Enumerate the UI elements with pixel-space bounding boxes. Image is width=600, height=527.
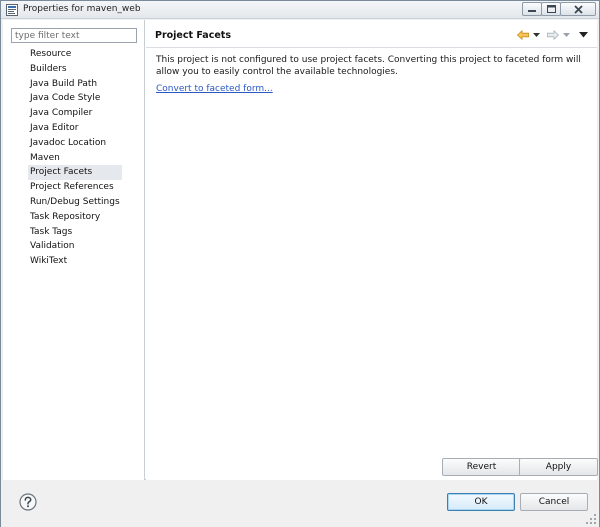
forward-button[interactable] — [547, 28, 570, 42]
sidebar-item-task-repository[interactable]: Task Repository — [28, 210, 122, 225]
close-icon — [573, 4, 583, 14]
revert-button[interactable]: Revert — [442, 458, 521, 476]
property-page-panel: Project Facets This project is not confi… — [146, 20, 598, 480]
resize-grip-icon[interactable] — [585, 513, 597, 525]
maximize-icon — [546, 5, 556, 13]
sidebar-item-java-code-style[interactable]: Java Code Style — [28, 91, 122, 106]
sidebar-item-project-facets[interactable]: Project Facets — [28, 165, 122, 181]
forward-arrow-icon — [547, 30, 559, 40]
sidebar-item-validation[interactable]: Validation — [28, 239, 122, 254]
forward-dropdown-icon — [563, 32, 570, 37]
title-separator — [146, 47, 597, 48]
apply-button[interactable]: Apply — [519, 458, 598, 476]
sidebar-item-builders[interactable]: Builders — [28, 62, 122, 77]
sidebar-item-resource[interactable]: Resource — [28, 47, 122, 62]
back-dropdown-icon — [533, 32, 540, 37]
maximize-button[interactable] — [541, 2, 561, 16]
sidebar-item-task-tags[interactable]: Task Tags — [28, 225, 122, 240]
window-title: Properties for maven_web — [23, 4, 141, 14]
close-button[interactable] — [560, 2, 596, 16]
help-icon[interactable] — [19, 493, 37, 511]
cancel-button[interactable]: Cancel — [520, 493, 588, 511]
sidebar-item-project-references[interactable]: Project References — [28, 180, 122, 195]
view-menu-icon — [579, 32, 588, 38]
properties-dialog: Properties for maven_web Resource Builde… — [0, 0, 600, 527]
sidebar-item-java-compiler[interactable]: Java Compiler — [28, 106, 122, 121]
property-pages-sidebar: Resource Builders Java Build Path Java C… — [3, 20, 145, 480]
minimize-icon — [528, 10, 536, 12]
back-arrow-icon — [517, 30, 529, 40]
dialog-content: Resource Builders Java Build Path Java C… — [3, 20, 598, 480]
property-pages-list: Resource Builders Java Build Path Java C… — [28, 47, 122, 269]
title-bar[interactable]: Properties for maven_web — [1, 1, 599, 19]
view-menu-button[interactable] — [579, 28, 588, 42]
sidebar-item-java-build-path[interactable]: Java Build Path — [28, 77, 122, 92]
facets-description: This project is not configured to use pr… — [156, 55, 581, 77]
sidebar-item-maven[interactable]: Maven — [28, 151, 122, 166]
ok-button[interactable]: OK — [447, 493, 515, 511]
sidebar-item-java-editor[interactable]: Java Editor — [28, 121, 122, 136]
sidebar-item-wikitext[interactable]: WikiText — [28, 254, 122, 269]
eclipse-properties-icon — [6, 4, 18, 16]
page-title: Project Facets — [155, 30, 231, 41]
filter-input[interactable] — [11, 28, 137, 43]
minimize-button[interactable] — [522, 2, 542, 16]
sidebar-item-run-debug-settings[interactable]: Run/Debug Settings — [28, 195, 122, 210]
back-button[interactable] — [517, 28, 540, 42]
dialog-footer: OK Cancel — [1, 481, 599, 527]
sidebar-item-javadoc-location[interactable]: Javadoc Location — [28, 136, 122, 151]
convert-to-faceted-form-link[interactable]: Convert to faceted form... — [156, 84, 273, 94]
